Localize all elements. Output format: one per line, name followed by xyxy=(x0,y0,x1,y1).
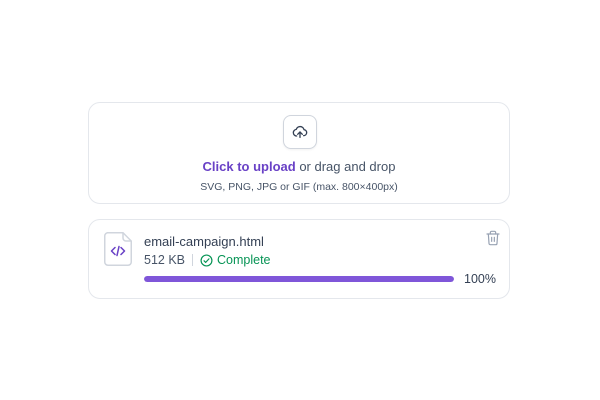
file-type-hint: SVG, PNG, JPG or GIF (max. 800×400px) xyxy=(200,181,398,193)
status-badge: Complete xyxy=(200,252,271,268)
delete-file-button[interactable] xyxy=(485,230,501,246)
upload-cloud-icon xyxy=(283,115,317,149)
meta-divider xyxy=(192,254,194,266)
file-size: 512 KB xyxy=(144,253,186,267)
progress-bar xyxy=(144,276,454,282)
uploaded-file-card: email-campaign.html 512 KB Complete 100% xyxy=(88,219,510,299)
status-text: Complete xyxy=(217,253,271,267)
progress-percentage: 100% xyxy=(464,272,496,286)
check-circle-icon xyxy=(200,253,213,267)
file-name: email-campaign.html xyxy=(144,234,264,249)
progress-bar-fill xyxy=(144,276,454,282)
upload-instructions: Click to upload or drag and drop xyxy=(89,159,509,175)
html-file-code-icon xyxy=(104,232,132,266)
trash-icon xyxy=(486,230,500,246)
upload-dropzone[interactable]: Click to upload or drag and drop SVG, PN… xyxy=(88,102,510,204)
file-meta: 512 KB Complete xyxy=(144,252,271,268)
drag-drop-text: or drag and drop xyxy=(295,159,396,174)
click-to-upload-link[interactable]: Click to upload xyxy=(203,159,296,174)
